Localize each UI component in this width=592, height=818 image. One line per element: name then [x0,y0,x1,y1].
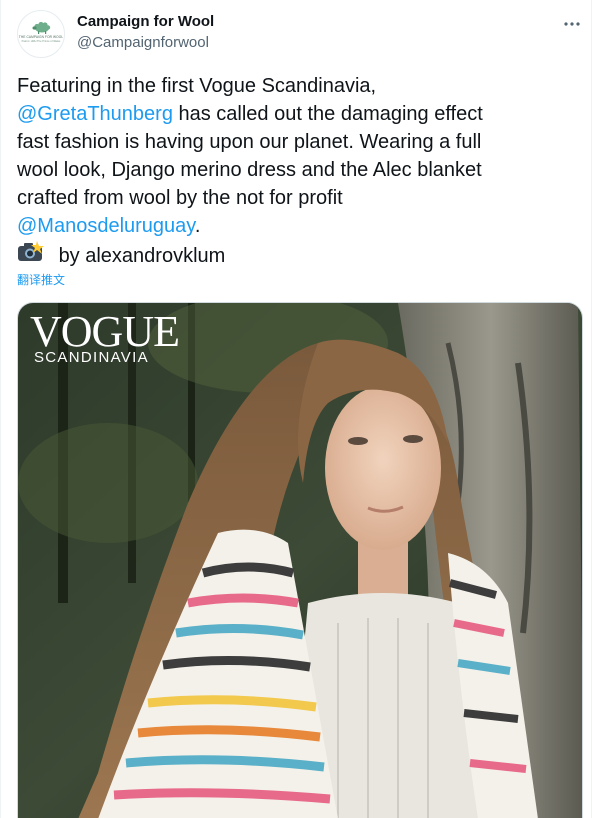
translate-tweet-link[interactable]: 翻译推文 [17,271,65,288]
author-handle[interactable]: @Campaignforwool [77,34,209,51]
mention-link[interactable]: @GretaThunberg [17,103,173,125]
camera-flash-icon [18,241,44,261]
tweet-card: THE CAMPAIGN FOR WOOL Patron: HRH The Pr… [0,0,592,818]
tweet-line: @GretaThunberg has called out the damagi… [17,100,577,128]
magazine-subtitle: SCANDINAVIA [34,349,149,366]
tweet-line: @Manosdeluruguay. [17,212,577,240]
photo-credit-text: by alexandrovklum [58,245,226,267]
tweet-line: wool look, Django merino dress and the A… [17,159,482,181]
tweet-text-segment: . [194,215,201,237]
tweet-line: crafted from wool by the not for profit [17,187,343,209]
vogue-cover-photo [18,303,582,818]
avatar-caption: THE CAMPAIGN FOR WOOL [18,35,64,39]
tweet-line: Featuring in the first Vogue Scandinavia… [17,75,377,97]
tweet-photo[interactable]: VOGUE SCANDINAVIA [17,302,583,818]
tweet-text-segment: has called out the damaging effect [172,103,483,125]
avatar-patron-caption: Patron: HRH The Prince of Wales [21,40,61,43]
more-dots-icon [564,22,580,26]
tweet-body: Featuring in the first Vogue Scandinavia… [17,72,577,270]
photo-credit: by alexandrovklum [17,240,577,270]
tweet-line: fast fashion is having upon our planet. … [17,131,482,153]
avatar[interactable]: THE CAMPAIGN FOR WOOL Patron: HRH The Pr… [17,10,65,58]
author-display-name[interactable]: Campaign for Wool [77,13,214,30]
mention-link[interactable]: @Manosdeluruguay [17,215,195,237]
more-options-button[interactable] [557,9,587,39]
